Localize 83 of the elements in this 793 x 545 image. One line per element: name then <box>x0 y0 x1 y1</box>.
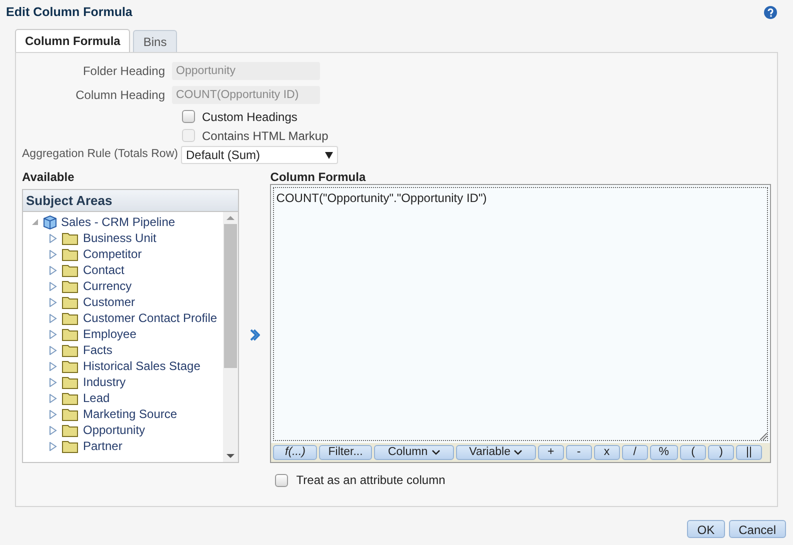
aggregation-dropdown[interactable]: Default (Sum) <box>181 146 338 164</box>
collapsed-triangle-icon[interactable] <box>49 298 57 306</box>
tree-item[interactable]: Facts <box>83 341 112 359</box>
resize-grip-icon[interactable] <box>760 433 767 440</box>
window-title: Edit Column Formula <box>6 4 132 21</box>
formula-button[interactable]: ( <box>680 445 706 460</box>
folder-icon <box>62 376 78 388</box>
tree-item[interactable]: Opportunity <box>83 421 146 439</box>
help-icon[interactable] <box>764 6 777 18</box>
dropdown-arrow-icon <box>325 152 333 158</box>
tree-item[interactable]: Sales - CRM Pipeline <box>61 213 176 231</box>
checkbox-label: Contains HTML Markup <box>202 128 328 144</box>
folder-icon <box>62 328 78 340</box>
collapsed-triangle-icon[interactable] <box>49 330 57 338</box>
tab[interactable]: Bins <box>133 30 177 52</box>
dialog-button[interactable]: Cancel <box>728 520 786 538</box>
scroll-thumb[interactable] <box>224 224 238 368</box>
folder-icon <box>62 424 78 436</box>
expanded-triangle-icon[interactable] <box>31 218 39 226</box>
field-label: Column Heading <box>74 87 166 104</box>
formula-button[interactable]: x <box>594 445 620 460</box>
tree-item[interactable]: Business Unit <box>83 229 156 247</box>
field-label: Folder Heading <box>82 63 166 80</box>
collapsed-triangle-icon[interactable] <box>49 394 57 402</box>
move-right-icon[interactable] <box>249 328 260 340</box>
tree-item[interactable]: Marketing Source <box>83 405 178 423</box>
collapsed-triangle-icon[interactable] <box>49 410 57 418</box>
checkbox-label: Treat as an attribute column <box>296 472 446 489</box>
formula-button[interactable]: + <box>538 445 564 460</box>
formula-button[interactable]: Column <box>374 445 454 460</box>
tree-item[interactable]: Contact <box>83 261 124 279</box>
formula-text-area[interactable]: COUNT("Opportunity"."Opportunity ID") <box>273 187 768 441</box>
dialog-button[interactable]: OK <box>687 520 725 538</box>
cube-icon <box>43 214 57 230</box>
folder-icon <box>62 280 78 292</box>
formula-button[interactable]: - <box>566 445 592 460</box>
chevron-down-icon <box>514 450 522 455</box>
collapsed-triangle-icon[interactable] <box>49 362 57 370</box>
section-heading: Available <box>22 170 76 184</box>
collapsed-triangle-icon[interactable] <box>49 282 57 290</box>
folder-icon <box>62 296 78 308</box>
checkbox[interactable] <box>275 474 288 486</box>
collapsed-triangle-icon[interactable] <box>49 442 57 450</box>
formula-button[interactable]: ) <box>708 445 734 460</box>
tab[interactable]: Column Formula <box>15 29 130 52</box>
folder-icon <box>62 232 78 244</box>
chevron-down-icon <box>432 450 440 455</box>
folder-icon <box>62 264 78 276</box>
folder-icon <box>62 248 78 260</box>
tree-item[interactable]: Currency <box>83 277 132 295</box>
collapsed-triangle-icon[interactable] <box>49 314 57 322</box>
formula-button[interactable]: || <box>736 445 762 460</box>
collapsed-triangle-icon[interactable] <box>49 426 57 434</box>
checkbox[interactable] <box>182 110 195 123</box>
collapsed-triangle-icon[interactable] <box>49 346 57 354</box>
tree-item[interactable]: Lead <box>83 389 110 407</box>
folder-icon <box>62 408 78 420</box>
checkbox-label: Custom Headings <box>202 108 298 126</box>
tree-item[interactable]: Historical Sales Stage <box>83 357 200 375</box>
formula-button[interactable]: / <box>622 445 648 460</box>
folder-icon <box>62 440 78 452</box>
tree-item[interactable]: Competitor <box>83 245 142 263</box>
panel-header: Subject Areas <box>23 190 238 212</box>
tree-item[interactable]: Employee <box>83 325 136 343</box>
collapsed-triangle-icon[interactable] <box>49 266 57 274</box>
scrollbar[interactable] <box>223 212 238 462</box>
folder-icon <box>62 312 78 324</box>
tree-item[interactable]: Customer <box>83 293 136 311</box>
tree-item[interactable]: Partner <box>83 437 122 455</box>
tree-item[interactable]: Customer Contact Profile <box>83 309 218 327</box>
tree-item[interactable]: Industry <box>83 373 126 391</box>
section-heading: Column Formula <box>270 170 367 184</box>
formula-button[interactable]: % <box>650 445 678 460</box>
formula-button[interactable]: Filter... <box>319 445 372 460</box>
collapsed-triangle-icon[interactable] <box>49 378 57 386</box>
collapsed-triangle-icon[interactable] <box>49 234 57 242</box>
formula-button[interactable]: Variable <box>456 445 536 460</box>
folder-icon <box>62 392 78 404</box>
collapsed-triangle-icon[interactable] <box>49 250 57 258</box>
folder-icon <box>62 344 78 356</box>
field-label: Aggregation Rule (Totals Row) <box>22 147 179 162</box>
formula-button[interactable]: f(...) <box>273 445 318 460</box>
folder-icon <box>62 360 78 372</box>
